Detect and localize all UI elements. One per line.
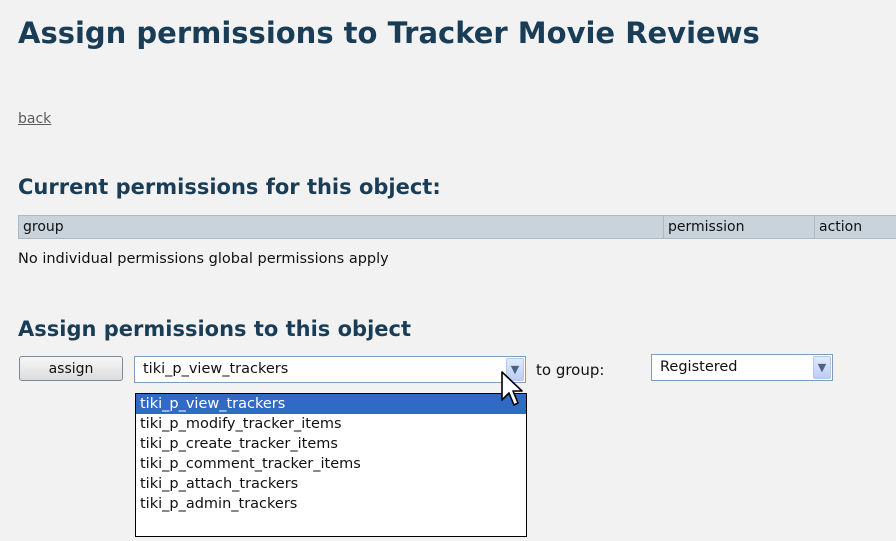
dropdown-option[interactable]: tiki_p_admin_trackers [136, 494, 526, 514]
chevron-down-icon[interactable]: ▼ [813, 356, 831, 379]
dropdown-option[interactable]: tiki_p_create_tracker_items [136, 434, 526, 454]
to-group-label: to group: [536, 361, 605, 379]
group-select[interactable]: Registered ▼ [651, 354, 833, 381]
assign-permissions-heading: Assign permissions to this object [18, 317, 412, 341]
permission-dropdown-list[interactable]: tiki_p_view_trackers tiki_p_modify_track… [135, 393, 527, 537]
dropdown-option[interactable]: tiki_p_view_trackers [136, 394, 526, 414]
column-header-action: action [814, 215, 896, 239]
permission-select-value: tiki_p_view_trackers [143, 361, 289, 377]
assign-button[interactable]: assign [19, 356, 123, 381]
dropdown-option[interactable]: tiki_p_comment_tracker_items [136, 454, 526, 474]
empty-permissions-message: No individual permissions global permiss… [18, 251, 389, 267]
dropdown-option[interactable]: tiki_p_attach_trackers [136, 474, 526, 494]
current-permissions-heading: Current permissions for this object: [18, 175, 441, 199]
permissions-table: group permission action [18, 215, 896, 239]
dropdown-option[interactable]: tiki_p_modify_tracker_items [136, 414, 526, 434]
mouse-pointer-icon [501, 371, 523, 406]
group-select-value: Registered [660, 359, 738, 375]
permission-select[interactable]: tiki_p_view_trackers ▼ [134, 356, 526, 383]
page-title: Assign permissions to Tracker Movie Revi… [18, 16, 760, 50]
table-header-row: group permission action [18, 215, 896, 239]
column-header-group: group [18, 215, 664, 239]
column-header-permission: permission [663, 215, 815, 239]
back-link[interactable]: back [18, 111, 51, 127]
